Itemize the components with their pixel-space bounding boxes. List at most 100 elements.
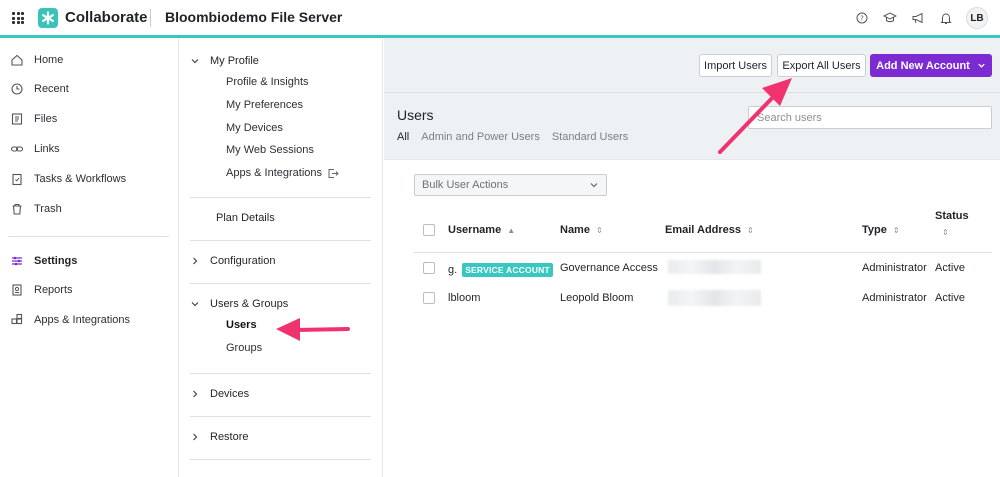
section-plan-details[interactable]: Plan Details <box>190 208 371 228</box>
apps-icon <box>11 313 23 325</box>
table-header-divider <box>414 252 992 253</box>
external-link-icon <box>328 168 339 178</box>
files-icon <box>11 113 23 125</box>
chevron-right-icon <box>193 433 198 441</box>
settings-item-my-preferences[interactable]: My Preferences <box>180 94 371 117</box>
nav-item-recent[interactable]: Recent <box>10 78 69 100</box>
bulk-user-actions-select[interactable]: Bulk User Actions <box>414 174 607 196</box>
add-new-account-label: Add New Account <box>876 59 970 72</box>
nav-item-trash[interactable]: Trash <box>10 198 62 220</box>
settings-divider <box>190 416 371 417</box>
link-icon <box>10 146 24 152</box>
row-checkbox[interactable] <box>423 262 435 274</box>
nav-item-home[interactable]: Home <box>10 49 63 71</box>
email-redacted <box>668 290 761 306</box>
nav-item-tasks[interactable]: Tasks & Workflows <box>10 168 126 190</box>
select-all-checkbox[interactable] <box>423 224 435 236</box>
nav-label: Tasks & Workflows <box>34 173 127 185</box>
status-cell: Active <box>935 292 965 304</box>
nav-item-apps[interactable]: Apps & Integrations <box>10 309 130 331</box>
settings-item-label: Apps & Integrations <box>226 167 323 180</box>
nav-item-settings[interactable]: Settings <box>10 250 77 272</box>
tab-standard-users[interactable]: Standard Users <box>552 131 628 143</box>
name-cell: Leopold Bloom <box>560 292 634 304</box>
nav-item-reports[interactable]: Reports <box>10 279 73 301</box>
section-restore[interactable]: Restore <box>190 427 371 447</box>
column-label: Username <box>448 224 502 236</box>
bell-icon[interactable] <box>938 10 954 26</box>
sort-icon: ⇕ <box>595 225 603 235</box>
app-launcher-icon[interactable] <box>12 12 24 24</box>
my-profile-header[interactable]: My Profile <box>190 51 371 71</box>
settings-item-my-web-sessions[interactable]: My Web Sessions <box>180 139 371 162</box>
settings-item-users[interactable]: Users <box>180 314 371 337</box>
column-email[interactable]: Email Address ⇕ <box>665 224 754 236</box>
column-status[interactable]: Status ⇕ <box>935 210 969 237</box>
nav-item-links[interactable]: Links <box>10 138 60 160</box>
tab-all[interactable]: All <box>397 131 409 143</box>
section-users-groups: Users & Groups Users Groups <box>190 294 371 359</box>
nav-item-files[interactable]: Files <box>10 108 57 130</box>
section-devices[interactable]: Devices <box>190 384 371 404</box>
search-placeholder: Search users <box>757 112 822 124</box>
graduation-cap-icon[interactable] <box>882 10 898 26</box>
settings-divider <box>190 459 371 460</box>
tab-admin-power-users[interactable]: Admin and Power Users <box>421 131 540 143</box>
settings-item-groups[interactable]: Groups <box>180 337 371 360</box>
megaphone-icon[interactable] <box>910 10 926 26</box>
page-title: Users <box>397 107 434 123</box>
svg-text:?: ? <box>860 15 864 23</box>
section-label: Devices <box>210 388 250 400</box>
add-new-account-button[interactable]: Add New Account <box>870 54 992 77</box>
bulk-actions-label: Bulk User Actions <box>422 179 509 191</box>
settings-item-my-devices[interactable]: My Devices <box>180 116 371 139</box>
section-my-profile: My Profile Profile & Insights My Prefere… <box>190 51 371 184</box>
header-divider <box>384 92 1000 93</box>
help-icon[interactable]: ? <box>854 10 870 26</box>
plan-details-label: Plan Details <box>216 212 275 224</box>
sort-icon: ⇕ <box>747 225 754 235</box>
section-label: Users & Groups <box>210 298 289 310</box>
section-label: Restore <box>210 431 249 443</box>
nav-label: Settings <box>34 255 78 267</box>
email-redacted <box>668 260 761 274</box>
settings-item-profile-insights[interactable]: Profile & Insights <box>180 71 371 94</box>
nav-label: Reports <box>34 284 73 296</box>
devices-header: Devices <box>190 384 371 404</box>
nav-label: Trash <box>34 203 62 215</box>
collaborate-logo <box>38 8 58 28</box>
section-label: Configuration <box>210 255 276 267</box>
export-all-users-button[interactable]: Export All Users <box>777 54 866 77</box>
restore-header: Restore <box>190 427 371 447</box>
server-name: Bloombiodemo File Server <box>165 9 343 25</box>
import-users-button[interactable]: Import Users <box>699 54 772 77</box>
chevron-down-icon <box>590 183 598 188</box>
brand-name: Collaborate <box>65 9 148 26</box>
column-type[interactable]: Type ⇕ <box>862 224 900 236</box>
type-cell: Administrator <box>862 292 927 304</box>
clipboard-icon <box>12 173 22 186</box>
settings-item-apps-integrations[interactable]: Apps & Integrations <box>180 162 371 185</box>
top-bar: Collaborate Bloombiodemo File Server ? L… <box>0 0 1000 38</box>
chevron-down-icon <box>191 59 199 64</box>
avatar[interactable]: LB <box>966 7 988 29</box>
search-input[interactable]: Search users <box>748 106 992 129</box>
username: g. <box>448 264 458 276</box>
main-content: Import Users Export All Users Add New Ac… <box>384 38 1000 477</box>
column-name[interactable]: Name ⇕ <box>560 224 603 236</box>
column-label: Email Address <box>665 224 742 236</box>
clock-icon <box>11 83 23 95</box>
column-username[interactable]: Username ▲ <box>448 224 515 236</box>
column-label: Type <box>862 224 887 236</box>
chevron-down-icon <box>978 63 985 68</box>
column-label: Status <box>935 210 969 222</box>
type-cell: Administrator <box>862 262 927 274</box>
sliders-icon <box>12 256 22 266</box>
left-nav: Home Recent Files Links Tasks & Workflow… <box>0 38 179 477</box>
section-configuration[interactable]: Configuration <box>190 251 371 271</box>
row-checkbox[interactable] <box>423 292 435 304</box>
sort-icon: ⇕ <box>892 225 900 235</box>
users-groups-header[interactable]: Users & Groups <box>190 294 371 314</box>
username-cell: g. SERVICE ACCOUNT <box>448 263 553 277</box>
configuration-header: Configuration <box>190 251 371 271</box>
